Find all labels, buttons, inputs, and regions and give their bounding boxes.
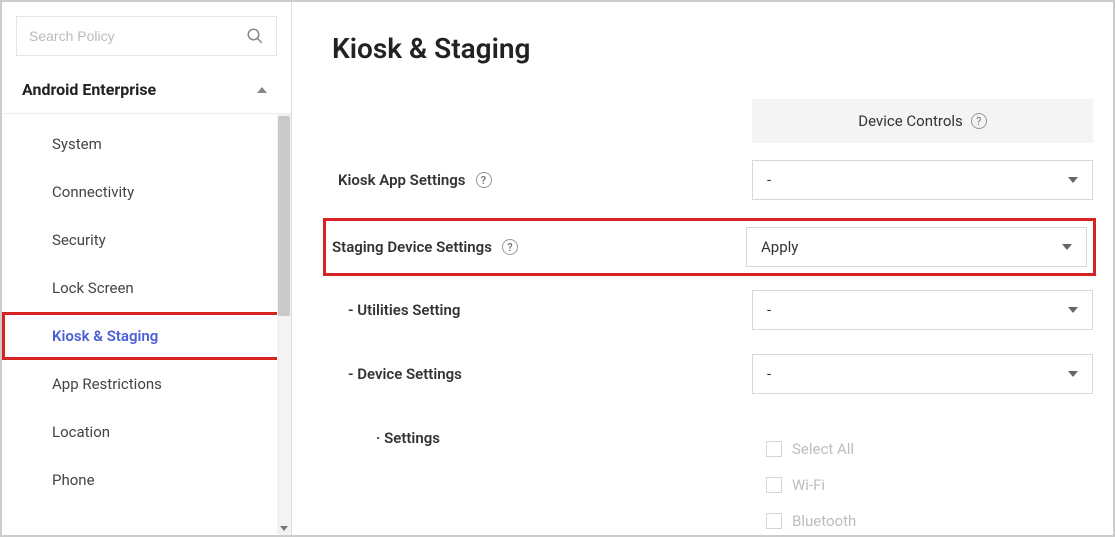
check-label: Select All xyxy=(792,440,854,458)
search-input[interactable] xyxy=(29,28,246,44)
label-text: Staging Device Settings xyxy=(332,238,492,256)
row-label: - Device Settings xyxy=(332,365,752,383)
sidebar-item-app-restrictions[interactable]: App Restrictions xyxy=(2,360,291,408)
check-select-all[interactable]: Select All xyxy=(766,431,1093,467)
checkbox-icon[interactable] xyxy=(766,441,782,457)
check-bluetooth[interactable]: Bluetooth xyxy=(766,503,1093,535)
checkbox-icon[interactable] xyxy=(766,513,782,529)
check-wifi[interactable]: Wi-Fi xyxy=(766,467,1093,503)
help-icon[interactable]: ? xyxy=(476,172,492,188)
chevron-down-icon xyxy=(280,526,288,531)
select-value: Apply xyxy=(761,238,798,256)
sidebar-item-connectivity[interactable]: Connectivity xyxy=(2,168,291,216)
sidebar-item-label: Lock Screen xyxy=(52,279,134,297)
select-value: - xyxy=(767,365,771,383)
utilities-select[interactable]: - xyxy=(752,290,1093,330)
search-icon[interactable] xyxy=(246,27,264,45)
sidebar-item-label: System xyxy=(52,135,102,153)
sidebar-nav-list: System Connectivity Security Lock Screen… xyxy=(2,114,291,510)
chevron-down-icon xyxy=(1068,307,1078,313)
check-label: Bluetooth xyxy=(792,512,856,530)
chevron-down-icon xyxy=(1068,177,1078,183)
row-label: · Settings xyxy=(332,429,752,447)
label-text: Kiosk App Settings xyxy=(338,171,466,189)
main-content: Kiosk & Staging Device Controls ? Kiosk … xyxy=(292,2,1113,535)
column-header-label: Device Controls xyxy=(858,112,963,130)
help-icon[interactable]: ? xyxy=(971,113,987,129)
page-title: Kiosk & Staging xyxy=(332,32,1093,65)
sidebar-item-system[interactable]: System xyxy=(2,120,291,168)
sidebar-section-toggle[interactable]: Android Enterprise xyxy=(2,66,291,114)
sidebar-item-security[interactable]: Security xyxy=(2,216,291,264)
settings-checkbox-group: Select All Wi-Fi Bluetooth xyxy=(752,431,1093,535)
row-label: Staging Device Settings ? xyxy=(326,238,746,256)
sidebar-item-label: App Restrictions xyxy=(52,375,162,393)
sidebar-item-label: Location xyxy=(52,423,110,441)
search-wrap xyxy=(2,2,291,66)
sidebar-item-kiosk-staging[interactable]: Kiosk & Staging xyxy=(2,312,291,360)
row-label: Kiosk App Settings ? xyxy=(332,171,752,189)
label-text: - Utilities Setting xyxy=(348,301,460,319)
check-label: Wi-Fi xyxy=(792,476,825,494)
column-header-device-controls: Device Controls ? xyxy=(752,99,1093,143)
search-box[interactable] xyxy=(16,16,277,56)
sidebar-item-label: Security xyxy=(52,231,106,249)
help-icon[interactable]: ? xyxy=(502,239,518,255)
checkbox-icon[interactable] xyxy=(766,477,782,493)
chevron-down-icon xyxy=(1062,244,1072,250)
chevron-down-icon xyxy=(1068,371,1078,377)
label-text: - Device Settings xyxy=(348,365,462,383)
select-value: - xyxy=(767,301,771,319)
sidebar-scrollbar[interactable] xyxy=(277,114,291,535)
scrollbar-thumb[interactable] xyxy=(278,116,290,316)
row-utilities-setting: - Utilities Setting - xyxy=(332,287,1093,333)
row-label: - Utilities Setting xyxy=(332,301,752,319)
label-text: · Settings xyxy=(376,429,440,447)
chevron-up-icon xyxy=(257,87,267,93)
select-value: - xyxy=(767,171,771,189)
sidebar-item-label: Kiosk & Staging xyxy=(52,327,158,345)
sidebar-section-title: Android Enterprise xyxy=(22,80,156,99)
row-kiosk-app-settings: Kiosk App Settings ? - xyxy=(332,157,1093,203)
app-root: Android Enterprise System Connectivity S… xyxy=(0,0,1115,537)
sidebar-item-lock-screen[interactable]: Lock Screen xyxy=(2,264,291,312)
row-staging-device-settings: Staging Device Settings ? Apply xyxy=(326,221,1093,273)
device-settings-select[interactable]: - xyxy=(752,354,1093,394)
sidebar-item-phone[interactable]: Phone xyxy=(2,456,291,504)
row-device-settings: - Device Settings - xyxy=(332,351,1093,397)
sidebar-item-location[interactable]: Location xyxy=(2,408,291,456)
sidebar-nav-wrap: System Connectivity Security Lock Screen… xyxy=(2,114,291,535)
kiosk-app-select[interactable]: - xyxy=(752,160,1093,200)
scrollbar-down-button[interactable] xyxy=(277,521,291,535)
staging-device-select[interactable]: Apply xyxy=(746,227,1087,267)
sidebar: Android Enterprise System Connectivity S… xyxy=(2,2,292,535)
sidebar-item-label: Phone xyxy=(52,471,95,489)
sidebar-item-label: Connectivity xyxy=(52,183,134,201)
